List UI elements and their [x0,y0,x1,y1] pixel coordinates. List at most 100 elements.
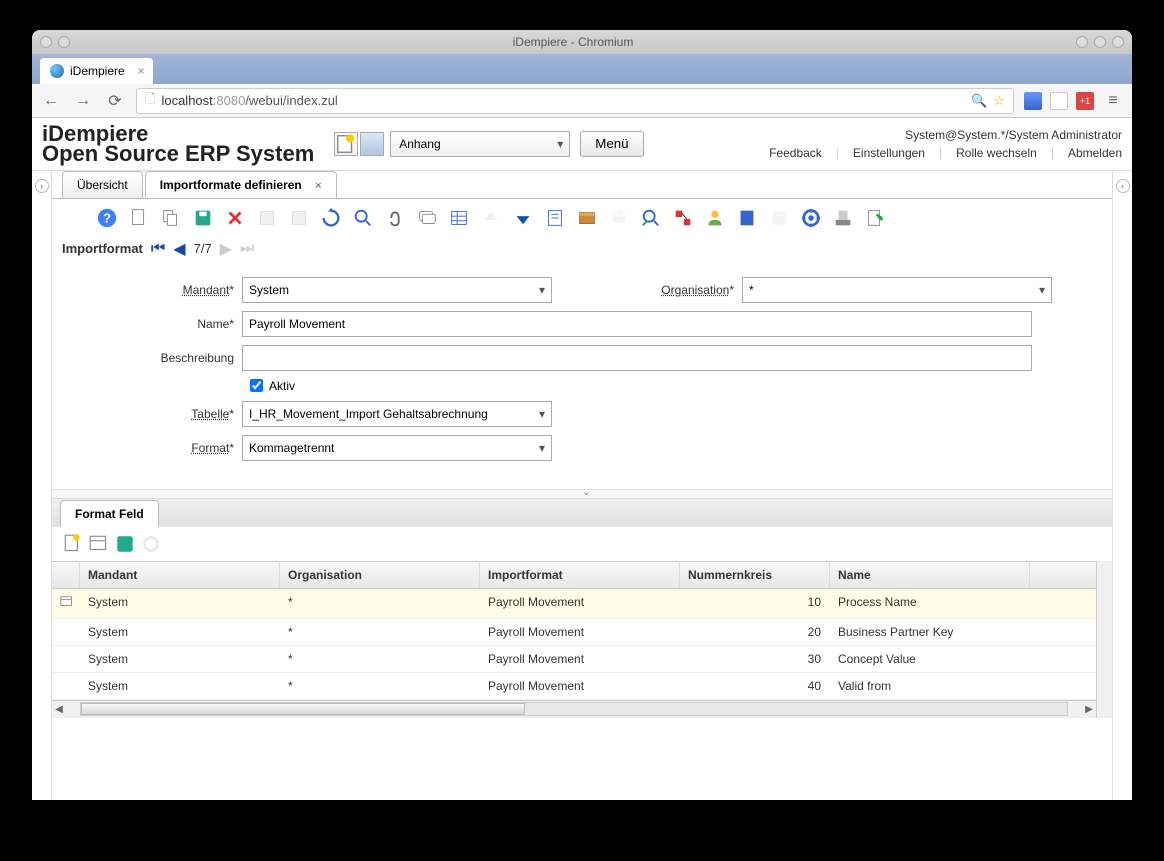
table-row[interactable]: System*Payroll Movement30Concept Value [52,646,1096,673]
tab-close-icon[interactable]: × [138,64,145,78]
product-info-icon[interactable] [734,205,760,231]
parent-up-icon[interactable] [478,205,504,231]
new-icon[interactable] [126,205,152,231]
print-icon[interactable] [606,205,632,231]
field-organisation[interactable]: * [742,277,1052,303]
menu-button[interactable]: Menü [580,131,643,157]
zoom-icon[interactable]: 🔍 [971,93,987,109]
col-importformat[interactable]: Importformat [480,562,680,588]
sub-new-icon[interactable] [62,533,84,555]
col-name[interactable]: Name [830,562,1030,588]
link-settings[interactable]: Einstellungen [853,146,925,160]
browser-tab[interactable]: iDempiere × [40,58,153,84]
undo-icon[interactable] [254,205,280,231]
import-file-icon[interactable] [862,205,888,231]
extension-gplus-icon[interactable]: +1 [1076,92,1094,110]
zoom-across-icon[interactable] [638,205,664,231]
right-panel-collapsed: ‹ [1112,171,1132,800]
minimize-icon[interactable] [1076,36,1088,48]
attachment-select[interactable]: Anhang [390,131,570,157]
browser-menu-icon[interactable]: ≡ [1102,90,1124,112]
detail-down-icon[interactable] [510,205,536,231]
export-icon[interactable] [830,205,856,231]
row-indicator-icon [52,619,80,645]
cell-mandant: System [80,673,280,699]
extension-icon-2[interactable] [1050,92,1068,110]
find-icon[interactable] [350,205,376,231]
prev-record-icon[interactable]: ◀ [173,239,185,259]
copy-icon[interactable] [158,205,184,231]
tab-overview[interactable]: Übersicht [62,171,143,198]
back-button[interactable]: ← [40,90,62,112]
workflow-icon[interactable] [670,205,696,231]
refresh-icon[interactable] [318,205,344,231]
sub-tabs: Format Feld [52,499,1112,527]
tab-define-import-formats[interactable]: Importformate definieren × [145,171,337,198]
checkbox-active[interactable] [250,379,263,392]
label-active: Aktiv [269,379,295,393]
grid-header: Mandant Organisation Importformat Nummer… [52,562,1096,589]
cell-organisation: * [280,673,480,699]
last-record-icon[interactable]: ⏭ [240,240,254,258]
label-organisation: Organisation [592,283,742,297]
reload-button[interactable]: ⟳ [104,90,126,112]
record-title: Importformat [62,241,143,256]
table-row[interactable]: System*Payroll Movement10Process Name [52,589,1096,619]
delete-icon[interactable] [222,205,248,231]
help-icon[interactable]: ? [94,205,120,231]
chat-icon[interactable] [414,205,440,231]
splitter[interactable] [52,489,1112,499]
tab-close-icon[interactable]: × [315,180,321,192]
cell-importformat: Payroll Movement [480,589,680,618]
forward-button[interactable]: → [72,90,94,112]
app-pin-icon[interactable] [58,36,70,48]
table-row[interactable]: System*Payroll Movement40Valid from [52,673,1096,700]
grid-toggle-icon[interactable] [446,205,472,231]
detail-grid: Mandant Organisation Importformat Nummer… [52,561,1096,700]
subtab-format-field[interactable]: Format Feld [60,500,159,527]
table-row[interactable]: System*Payroll Movement20Business Partne… [52,619,1096,646]
expand-right-button[interactable]: ‹ [1116,179,1130,193]
maximize-icon[interactable] [1094,36,1106,48]
sub-save-icon[interactable] [114,533,136,555]
first-record-icon[interactable]: ⏮ [151,240,165,258]
calendar-icon[interactable] [360,132,384,156]
bookmark-icon[interactable]: ☆ [993,93,1005,109]
field-mandant[interactable]: System [242,277,552,303]
link-role[interactable]: Rolle wechseln [956,146,1037,160]
cell-importformat: Payroll Movement [480,646,680,672]
link-feedback[interactable]: Feedback [769,146,822,160]
field-table[interactable]: I_HR_Movement_Import Gehaltsabrechnung [242,401,552,427]
address-bar[interactable]: 🗋 localhost:8080/webui/index.zul 🔍 ☆ [136,88,1014,114]
field-format[interactable]: Kommagetrennt [242,435,552,461]
col-mandant[interactable]: Mandant [80,562,280,588]
save-icon[interactable] [190,205,216,231]
extension-translate-icon[interactable] [1024,92,1042,110]
ignore-icon[interactable] [286,205,312,231]
col-organisation[interactable]: Organisation [280,562,480,588]
report-icon[interactable] [542,205,568,231]
link-logout[interactable]: Abmelden [1068,146,1122,160]
url-path: /webui/index.zul [245,93,338,108]
field-description[interactable] [242,345,1032,371]
close-window-icon[interactable] [1112,36,1124,48]
process-icon[interactable] [798,205,824,231]
app-menu-icon[interactable] [40,36,52,48]
new-doc-icon[interactable] [334,132,358,156]
attachment-icon[interactable] [382,205,408,231]
label-name: Name [92,317,242,331]
sub-process-icon[interactable] [140,533,162,555]
expand-left-button[interactable]: › [35,179,49,193]
window-title: iDempiere - Chromium [70,35,1076,49]
horizontal-scrollbar[interactable]: ◀ ▶ [52,700,1096,718]
next-record-icon[interactable]: ▶ [220,239,232,259]
cell-nummernkreis: 40 [680,673,830,699]
sub-edit-icon[interactable] [88,533,110,555]
col-nummernkreis[interactable]: Nummernkreis [680,562,830,588]
page-tabs: Übersicht Importformate definieren × [52,171,1112,199]
cell-organisation: * [280,589,480,618]
archive-icon[interactable] [574,205,600,231]
request-icon[interactable] [702,205,728,231]
field-name[interactable]: Payroll Movement [242,311,1032,337]
vertical-scrollbar[interactable] [1096,561,1112,718]
